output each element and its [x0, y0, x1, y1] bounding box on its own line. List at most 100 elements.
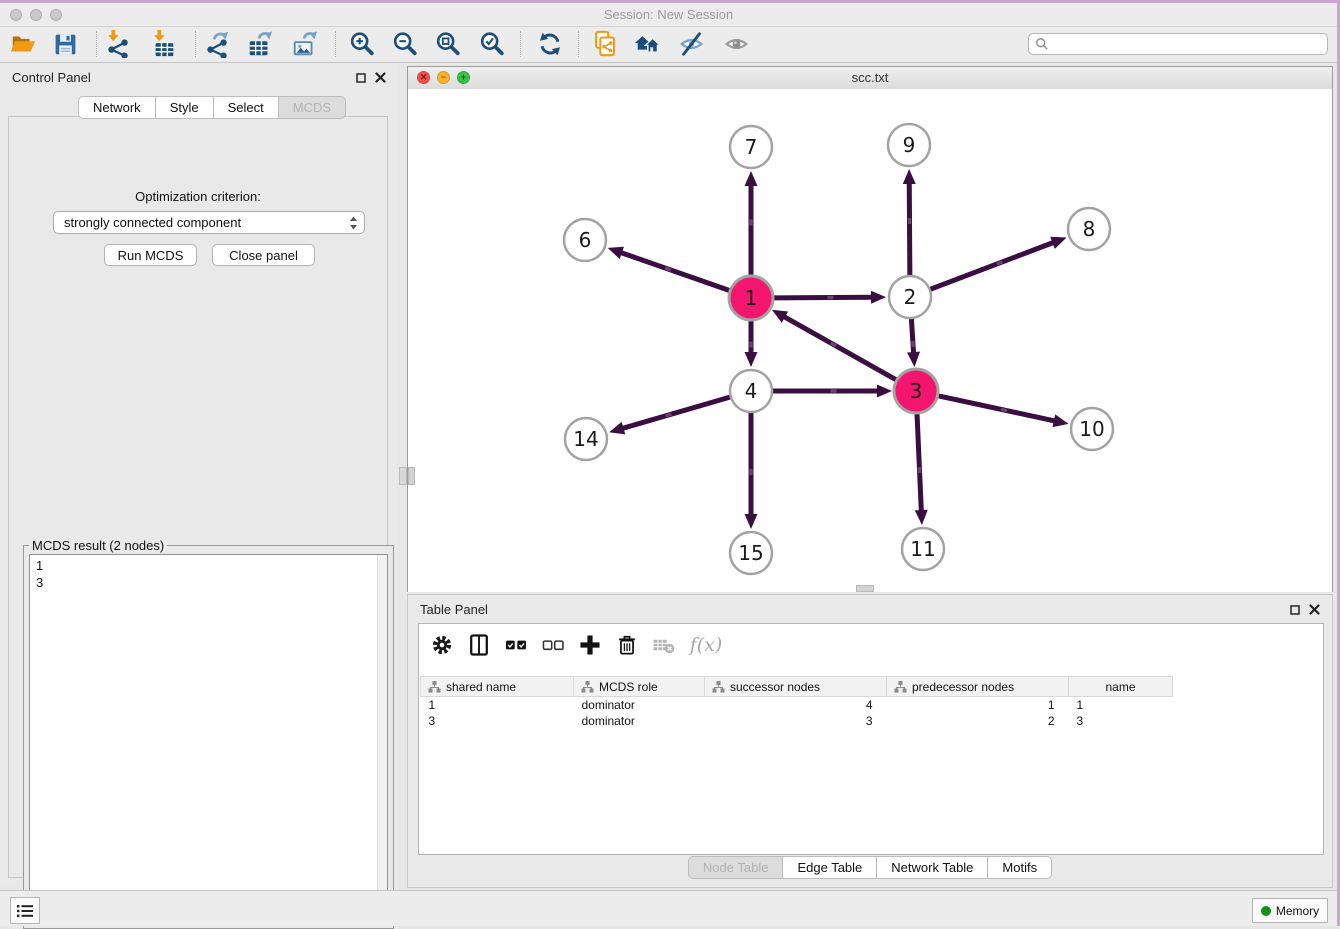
graph-edge-3-1[interactable]	[783, 316, 897, 380]
gear-icon[interactable]	[427, 630, 457, 660]
toolbar-separator	[96, 31, 97, 57]
network-canvas[interactable]: 7968124314101511	[408, 89, 1332, 592]
table-cell[interactable]: 1	[887, 697, 1069, 714]
control-tab-select[interactable]: Select	[213, 96, 278, 119]
node-table: shared nameMCDS rolesuccessor nodesprede…	[420, 676, 1173, 729]
table-tab-network-table[interactable]: Network Table	[876, 856, 987, 879]
export-table-icon[interactable]	[245, 29, 275, 59]
import-network-icon[interactable]	[103, 29, 133, 59]
table-browser-tabs: Node TableEdge TableNetwork TableMotifs	[408, 856, 1332, 879]
control-panel-tabs: NetworkStyleSelectMCDS	[78, 96, 346, 119]
graph-edge-2-9[interactable]	[909, 182, 910, 275]
graph-node-label-15: 15	[738, 541, 763, 565]
select-all-icon[interactable]	[501, 630, 531, 660]
control-tab-network[interactable]: Network	[78, 96, 155, 119]
control-panel: Control Panel NetworkStyleSelectMCDS Opt…	[0, 63, 398, 887]
table-tab-node-table[interactable]: Node Table	[688, 856, 783, 879]
graph-edge-2-3[interactable]	[911, 319, 913, 354]
table-cell[interactable]: 3	[705, 713, 887, 729]
show-all-icon[interactable]	[722, 29, 752, 59]
graph-edge-arrowhead	[1050, 237, 1066, 249]
control-panel-title: Control Panel	[12, 70, 91, 85]
table-cell[interactable]: dominator	[574, 713, 705, 729]
column-type-icon	[712, 681, 725, 693]
panel-splitter-grip[interactable]	[399, 467, 407, 485]
function-builder-icon: f(x)	[686, 630, 726, 660]
unselect-all-icon[interactable]	[538, 630, 568, 660]
control-tab-mcds[interactable]: MCDS	[278, 96, 346, 119]
graph-edge-arrowhead	[915, 510, 928, 525]
column-header-successor-nodes[interactable]: successor nodes	[705, 677, 887, 697]
graph-edge-arrowhead	[745, 514, 758, 529]
table-tab-edge-table[interactable]: Edge Table	[782, 856, 876, 879]
graph-edge-1-6[interactable]	[620, 252, 730, 291]
network-view-window: ✕ − + scc.txt 7968124314101511	[407, 66, 1333, 592]
network-graph: 7968124314101511	[408, 89, 1332, 592]
search-icon	[1035, 37, 1049, 51]
export-image-icon[interactable]	[290, 29, 320, 59]
graph-edge-3-10[interactable]	[938, 396, 1056, 422]
close-panel-icon[interactable]	[375, 72, 386, 83]
clone-network-icon[interactable]	[590, 29, 620, 59]
control-tab-style[interactable]: Style	[155, 96, 213, 119]
mcds-result-text[interactable]: 13	[29, 554, 388, 923]
graph-edge-1-2[interactable]	[773, 297, 873, 298]
float-panel-icon[interactable]	[356, 73, 366, 83]
zoom-selected-icon[interactable]	[477, 29, 507, 59]
import-table-icon[interactable]	[149, 29, 179, 59]
task-history-button[interactable]	[10, 897, 40, 924]
result-scrollbar[interactable]	[377, 555, 387, 922]
table-row[interactable]: 3dominator323	[421, 713, 1173, 729]
open-session-icon[interactable]	[8, 29, 38, 59]
float-table-panel-icon[interactable]	[1290, 605, 1300, 615]
zoom-out-icon[interactable]	[390, 29, 420, 59]
memory-button[interactable]: Memory	[1252, 898, 1328, 923]
zoom-fit-icon[interactable]	[433, 29, 463, 59]
canvas-bottom-grip[interactable]	[856, 585, 874, 592]
graph-edge-arrowhead	[1053, 414, 1069, 427]
close-table-panel-icon[interactable]	[1309, 604, 1320, 615]
app-title: Session: New Session	[0, 7, 1337, 22]
first-neighbors-icon[interactable]	[633, 29, 663, 59]
save-session-icon[interactable]	[50, 29, 80, 59]
table-cell[interactable]: 1	[421, 697, 574, 714]
table-cell[interactable]: 4	[705, 697, 887, 714]
canvas-left-grip[interactable]	[408, 467, 415, 485]
main-toolbar	[0, 27, 1337, 63]
close-panel-button[interactable]: Close panel	[212, 244, 315, 266]
search-input[interactable]	[1049, 36, 1327, 52]
delete-column-icon[interactable]	[612, 630, 642, 660]
search-box[interactable]	[1028, 33, 1328, 55]
table-cell[interactable]: dominator	[574, 697, 705, 714]
column-header-mcds-role[interactable]: MCDS role	[574, 677, 705, 697]
columns-icon[interactable]	[464, 630, 494, 660]
criterion-select[interactable]: strongly connected component	[53, 211, 365, 234]
graph-node-label-1: 1	[745, 286, 758, 310]
table-cell[interactable]: 3	[421, 713, 574, 729]
add-column-icon[interactable]	[575, 630, 605, 660]
column-header-name[interactable]: name	[1069, 677, 1173, 697]
apply-layout-icon[interactable]	[535, 29, 565, 59]
toolbar-separator	[335, 31, 336, 57]
graph-edge-4-14[interactable]	[622, 397, 730, 429]
zoom-in-icon[interactable]	[347, 29, 377, 59]
mcds-panel: Optimization criterion: strongly connect…	[8, 116, 388, 878]
run-mcds-button[interactable]: Run MCDS	[104, 244, 197, 266]
graph-edge-2-8[interactable]	[931, 242, 1055, 289]
table-tab-motifs[interactable]: Motifs	[987, 856, 1052, 879]
column-header-shared-name[interactable]: shared name	[421, 677, 574, 697]
export-network-icon[interactable]	[202, 29, 232, 59]
graph-edge-arrowhead	[907, 352, 920, 367]
graph-edge-arrowhead	[903, 169, 916, 184]
hide-selected-icon[interactable]	[677, 29, 707, 59]
column-header-predecessor-nodes[interactable]: predecessor nodes	[887, 677, 1069, 697]
graph-node-label-3: 3	[910, 379, 923, 403]
graph-node-label-8: 8	[1083, 217, 1096, 241]
graph-edge-3-11[interactable]	[917, 413, 921, 512]
table-cell[interactable]: 1	[1069, 697, 1173, 714]
edge-handle	[665, 268, 671, 270]
table-row[interactable]: 1dominator411	[421, 697, 1173, 714]
toolbar-separator	[195, 31, 196, 57]
table-cell[interactable]: 2	[887, 713, 1069, 729]
table-cell[interactable]: 3	[1069, 713, 1173, 729]
